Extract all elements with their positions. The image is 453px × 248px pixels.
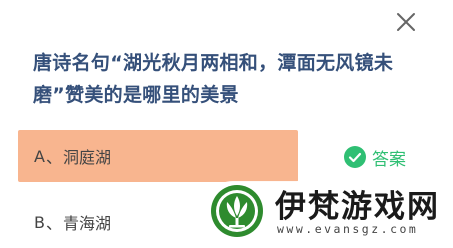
question-text: 唐诗名句“湖光秋月两相和，潭面无风镜未磨”赞美的是哪里的美景	[33, 52, 394, 106]
option-b-separator: 、	[45, 214, 62, 233]
close-button[interactable]	[394, 10, 418, 34]
answer-label: 答案	[372, 149, 406, 170]
watermark-url: www.evansgz.com	[277, 222, 419, 236]
watermark-title: 伊梵游戏网	[275, 189, 440, 225]
watermark: 伊梵游戏网 www.evansgz.com	[203, 181, 453, 241]
check-circle-icon	[344, 146, 366, 168]
option-a-text: 洞庭湖	[62, 148, 111, 167]
close-icon	[397, 13, 415, 31]
lotus-logo-icon	[211, 185, 263, 237]
option-a-letter: A	[34, 146, 45, 166]
option-b-letter: B	[34, 212, 45, 232]
option-b-text: 青海湖	[63, 214, 112, 233]
option-a-separator: 、	[45, 148, 62, 167]
option-a[interactable]: A、洞庭湖	[18, 130, 298, 182]
answer-tag: 答案	[344, 145, 406, 170]
